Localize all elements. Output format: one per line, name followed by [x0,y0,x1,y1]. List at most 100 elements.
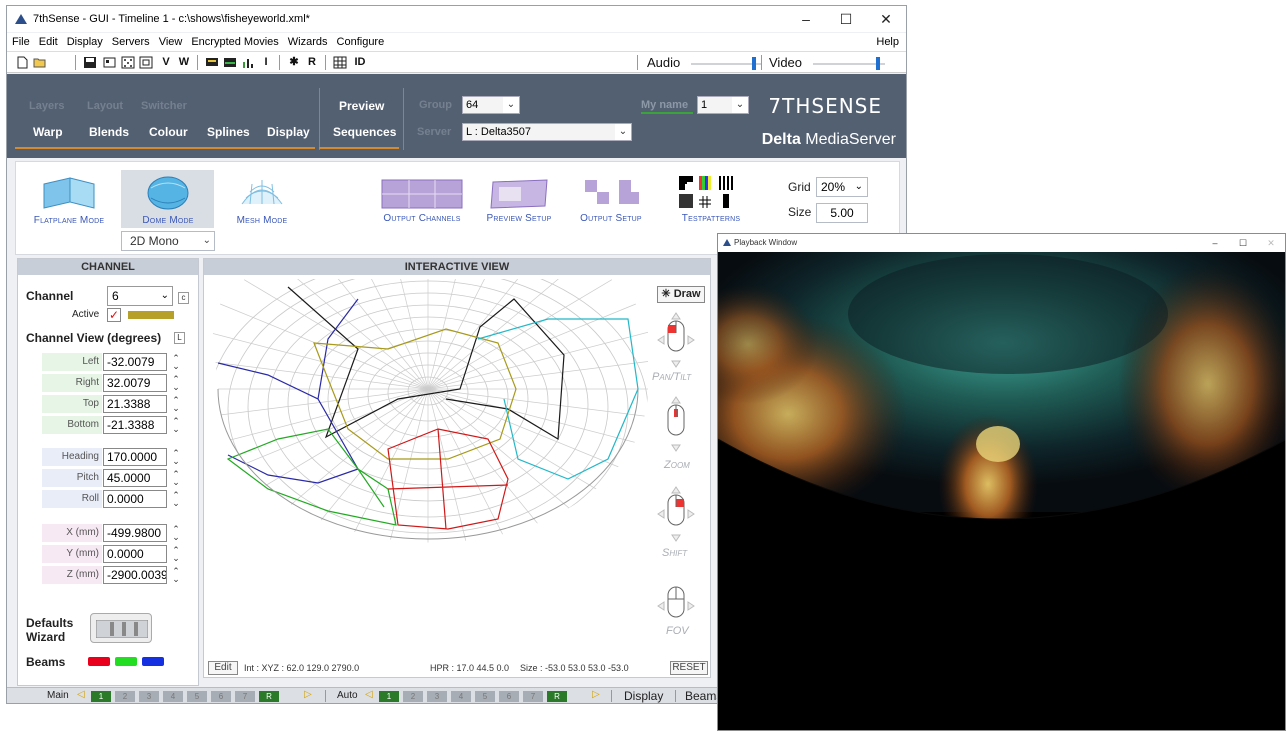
x-mm-input[interactable]: -499.9800 [103,524,167,542]
output-channels-button[interactable]: Output Channels [376,178,468,224]
edit-button[interactable]: Edit [208,661,238,675]
auto-prev-icon[interactable]: ◁ [365,689,373,700]
main-prev-icon[interactable]: ◁ [77,689,85,700]
playback-maximize-button[interactable]: ☐ [1229,234,1257,252]
size-input[interactable]: 5.00 [816,203,868,223]
snowflake-icon[interactable]: ✱ [287,56,301,69]
preview-setup-button[interactable]: Preview Setup [478,178,560,224]
main-cue-1[interactable]: 1 [91,691,111,702]
preview-button[interactable]: Preview [339,99,384,113]
grid-select[interactable]: 20% ⌄ [816,177,868,197]
grid-nine-icon[interactable] [121,56,135,69]
menu-encrypted-movies[interactable]: Encrypted Movies [191,36,278,48]
reset-button[interactable]: RESET [670,661,708,675]
beam-red-swatch[interactable] [88,657,110,666]
heading-spinner[interactable]: ⌃ ⌄ [171,449,181,466]
pitch-input[interactable]: 45.0000 [103,469,167,487]
dome-mode-button[interactable]: Dome Mode [124,174,212,226]
close-button[interactable]: ✕ [866,6,906,32]
left-input[interactable]: -32.0079 [103,353,167,371]
display-bar-icon[interactable] [223,56,237,69]
levels-icon[interactable] [241,56,255,69]
quad-icon[interactable] [139,56,153,69]
minimize-button[interactable]: – [786,6,826,32]
shift-mouse-icon[interactable] [656,485,696,543]
monitor-icon[interactable] [205,56,219,69]
pan-tilt-mouse-icon[interactable] [656,311,696,369]
toolbar-id-button[interactable]: ID [351,56,369,69]
testpatterns-button[interactable]: Testpatterns [670,174,752,224]
defaults-wizard-button[interactable] [90,613,152,643]
myname-select[interactable]: 1 ⌄ [697,96,749,114]
mesh-mode-button[interactable]: Mesh Mode [222,174,302,226]
left-spinner[interactable]: ⌃ ⌄ [171,354,181,371]
tab-layout[interactable]: Layout [87,100,123,112]
y-mm-input[interactable]: 0.0000 [103,545,167,563]
menu-view[interactable]: View [159,36,183,48]
auto-cue-6[interactable]: 6 [499,691,519,702]
tab-blends[interactable]: Blends [89,125,129,139]
menu-configure[interactable]: Configure [337,36,385,48]
playback-minimize-button[interactable]: – [1201,234,1229,252]
table-grid-icon[interactable] [333,56,347,69]
bottom-input[interactable]: -21.3388 [103,416,167,434]
toolbar-r-button[interactable]: R [305,56,319,69]
menu-edit[interactable]: Edit [39,36,58,48]
y-mm-spinner[interactable]: ⌃ ⌄ [171,546,181,563]
menu-wizards[interactable]: Wizards [288,36,328,48]
save-icon[interactable] [83,56,97,69]
server-select[interactable]: L : Delta3507 ⌄ [462,123,632,141]
pitch-spinner[interactable]: ⌃ ⌄ [171,470,181,487]
menu-file[interactable]: File [12,36,30,48]
beam-green-swatch[interactable] [115,657,137,666]
right-spinner[interactable]: ⌃ ⌄ [171,375,181,392]
toolbar-w-button[interactable]: W [177,56,191,69]
toolbar-v-button[interactable]: V [159,56,173,69]
auto-cue-R[interactable]: R [547,691,567,702]
new-file-icon[interactable] [15,56,29,69]
dome-grid-canvas[interactable] [208,279,648,639]
main-cue-2[interactable]: 2 [115,691,135,702]
roll-input[interactable]: 0.0000 [103,490,167,508]
toolbar-i-button[interactable]: I [259,56,273,69]
main-cue-R[interactable]: R [259,691,279,702]
menu-help[interactable]: Help [876,36,899,48]
main-cue-7[interactable]: 7 [235,691,255,702]
active-color-swatch[interactable] [128,311,174,319]
audio-slider-thumb[interactable] [752,57,756,70]
zoom-mouse-icon[interactable] [656,395,696,453]
z-mm-input[interactable]: -2900.0039 [103,566,167,584]
playback-close-button[interactable]: ✕ [1257,234,1285,252]
tab-switcher[interactable]: Switcher [141,100,187,112]
display-status-label[interactable]: Display [624,689,663,703]
sequences-button[interactable]: Sequences [333,125,396,139]
auto-cue-1[interactable]: 1 [379,691,399,702]
channel-copy-button[interactable]: c [178,292,189,304]
audio-slider[interactable] [691,63,761,65]
channel-select[interactable]: 6 ⌄ [107,286,173,306]
auto-next-icon[interactable]: ▷ [592,689,600,700]
main-cue-4[interactable]: 4 [163,691,183,702]
main-next-icon[interactable]: ▷ [304,689,312,700]
tab-colour[interactable]: Colour [149,125,188,139]
output-setup-button[interactable]: Output Setup [572,178,650,224]
main-cue-5[interactable]: 5 [187,691,207,702]
server-icon[interactable] [103,56,117,69]
maximize-button[interactable]: ☐ [826,6,866,32]
main-cue-6[interactable]: 6 [211,691,231,702]
top-spinner[interactable]: ⌃ ⌄ [171,396,181,413]
channel-view-link-button[interactable]: L [174,332,185,344]
menu-servers[interactable]: Servers [112,36,150,48]
auto-cue-7[interactable]: 7 [523,691,543,702]
video-slider-thumb[interactable] [875,57,880,70]
auto-cue-4[interactable]: 4 [451,691,471,702]
x-mm-spinner[interactable]: ⌃ ⌄ [171,525,181,542]
active-checkbox[interactable]: ✓ [107,308,121,322]
tab-layers[interactable]: Layers [29,100,64,112]
auto-cue-2[interactable]: 2 [403,691,423,702]
beam-blue-swatch[interactable] [142,657,164,666]
auto-cue-5[interactable]: 5 [475,691,495,702]
main-cue-3[interactable]: 3 [139,691,159,702]
heading-input[interactable]: 170.0000 [103,448,167,466]
tab-splines[interactable]: Splines [207,125,250,139]
